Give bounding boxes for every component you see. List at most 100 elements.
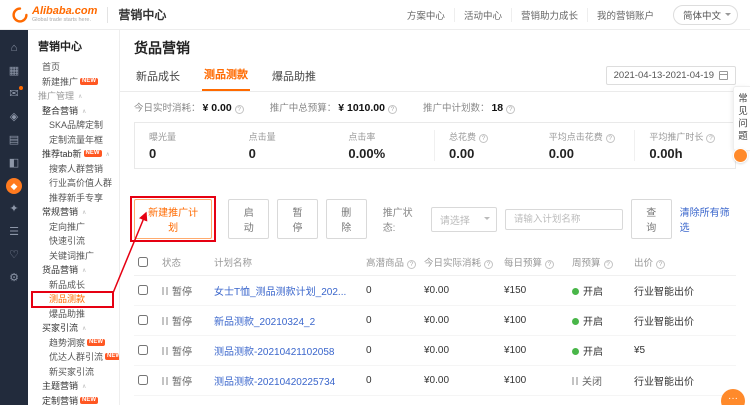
nav-my-account[interactable]: 我的营销账户 (587, 8, 663, 22)
cell-checkbox (134, 396, 158, 405)
new-badge: NEW (80, 397, 98, 404)
sidebar-item-industry-high-value[interactable]: 行业高价值人群 (28, 176, 119, 191)
pause-icon (162, 287, 168, 295)
apps-icon[interactable]: ☰ (5, 224, 23, 240)
sidebar-item-targeted-promotion[interactable]: 定向推广 (28, 220, 119, 235)
cell-status: 暂停 (158, 366, 210, 396)
help-icon[interactable] (235, 105, 244, 114)
delete-button[interactable]: 删除 (326, 199, 367, 239)
nav-marketing-growth[interactable]: 营销助力成长 (511, 8, 587, 22)
sidebar-item-quick-traffic[interactable]: 快速引流 (28, 234, 119, 249)
plan-name-input[interactable] (505, 209, 623, 230)
tab-bar: 新品成长 测品测款 爆品助推 2021-04-13-2021-04-19 (134, 62, 736, 91)
content-area: 今日实时消耗：¥ 0.00 推广中总预算：¥ 1010.00 推广中计划数：18… (120, 92, 750, 405)
sidebar-item-keyword-promotion[interactable]: 关键词推广 (28, 249, 119, 264)
help-icon[interactable] (606, 134, 615, 143)
plan-name-link[interactable]: 女士T恤_测品测款计划_202... (214, 287, 346, 298)
plan-name-link[interactable]: 测品测款-20210421102058 (214, 347, 334, 358)
brand-tagline: Global trade starts here. (32, 18, 97, 24)
assistant-avatar[interactable] (733, 148, 748, 163)
sidebar-item-audience-traffic[interactable]: 优达人群引流NEW (28, 350, 119, 365)
tab-new-product-growth[interactable]: 新品成长 (134, 64, 182, 91)
settings-icon[interactable]: ⚙ (5, 270, 23, 286)
status-on-icon (572, 348, 579, 355)
help-icon[interactable] (479, 134, 488, 143)
sidebar-group-product-marketing[interactable]: 货品营销 (28, 263, 119, 278)
stat-today-cost: 今日实时消耗：¥ 0.00 (134, 100, 244, 114)
nav-activity-center[interactable]: 活动中心 (454, 8, 511, 22)
cell-daily-budget: ¥100 (500, 336, 568, 366)
cell-checkbox (134, 276, 158, 306)
alibaba-logo[interactable]: Alibaba.com Global trade starts here. (12, 6, 97, 24)
overview-icon[interactable]: ▦ (5, 63, 23, 79)
nav-solution-center[interactable]: 方案中心 (398, 8, 454, 22)
cell-checkbox (134, 336, 158, 366)
date-range-picker[interactable]: 2021-04-13-2021-04-19 (606, 66, 736, 85)
sidebar-group-recommend-tab[interactable]: 推荐tab新NEW (28, 147, 119, 162)
help-icon[interactable] (407, 260, 416, 269)
sidebar-item-recommend-newbie[interactable]: 推荐新手专享 (28, 191, 119, 206)
cell-today-cost: ¥0.00 (420, 276, 500, 306)
page: Alibaba.com Global trade starts here. 营销… (0, 0, 750, 405)
tab-hot-product-boost[interactable]: 爆品助推 (270, 64, 318, 91)
stat-plan-count: 推广中计划数：18 (423, 100, 515, 114)
sidebar-item-trend-insight[interactable]: 趋势洞察NEW (28, 336, 119, 351)
status-filter-select[interactable]: 请选择 (431, 207, 497, 232)
pause-button[interactable]: 暂停 (277, 199, 318, 239)
sidebar-group-custom-marketing[interactable]: 定制营销NEW (28, 394, 119, 405)
products-icon[interactable]: ◈ (5, 109, 23, 125)
row-checkbox[interactable] (138, 375, 148, 385)
sidebar-item-ska-brand[interactable]: SKA品牌定制 (28, 118, 119, 133)
row-checkbox[interactable] (138, 285, 148, 295)
sidebar-item-new-buyer-traffic[interactable]: 新买家引流 (28, 365, 119, 380)
row-checkbox[interactable] (138, 345, 148, 355)
help-icon[interactable] (506, 105, 515, 114)
header-status: 状态 (158, 249, 210, 276)
sidebar-group-theme-marketing[interactable]: 主题营销 (28, 379, 119, 394)
sidebar-item-homepage[interactable]: 首页 (28, 60, 119, 75)
help-icon[interactable] (604, 260, 613, 269)
help-icon[interactable] (656, 260, 665, 269)
plan-name-link[interactable]: 新品测款_20210324_2 (214, 317, 315, 328)
sidebar-group-integrated-marketing[interactable]: 整合营销 (28, 104, 119, 119)
sidebar-item-hot-product-boost[interactable]: 爆品助推 (28, 307, 119, 322)
language-selector[interactable]: 简体中文 (673, 5, 738, 25)
cell-week-budget: 开启 (568, 276, 630, 306)
new-badge: NEW (84, 150, 102, 157)
sidebar-section-campaign-management[interactable]: 推广管理 (28, 89, 119, 104)
help-icon[interactable] (706, 134, 715, 143)
metric-impressions: 曝光量0 (135, 130, 235, 161)
sidebar-group-buyer-traffic[interactable]: 买家引流 (28, 321, 119, 336)
faq-tab[interactable]: 常见问题 (733, 86, 750, 151)
help-icon[interactable] (484, 260, 493, 269)
sidebar-item-new-campaign[interactable]: 新建推广NEW (28, 75, 119, 90)
query-button[interactable]: 查询 (631, 199, 672, 239)
sidebar-item-new-product-growth[interactable]: 新品成长 (28, 278, 119, 293)
sidebar-title: 营销中心 (28, 30, 119, 60)
metric-avg-cpc: 平均点击花费0.00 (535, 130, 635, 161)
start-button[interactable]: 启动 (228, 199, 269, 239)
data-icon[interactable]: ◧ (5, 155, 23, 171)
marketing-icon[interactable]: ◆ (6, 178, 22, 194)
help-icon[interactable] (545, 260, 554, 269)
new-badge: NEW (87, 339, 105, 346)
plan-name-link[interactable]: 测品测款-20210420225734 (214, 377, 335, 388)
favorites-icon[interactable]: ♡ (5, 247, 23, 263)
sidebar-item-search-audience[interactable]: 搜索人群营销 (28, 162, 119, 177)
table-row: 暂停 测品测款-20210421104531 0 ¥0.00 ¥100 关闭 行… (134, 396, 736, 405)
sidebar-item-product-testing[interactable]: 测品测款 (28, 292, 119, 307)
tools-icon[interactable]: ✦ (5, 201, 23, 217)
home-icon[interactable]: ⌂ (5, 40, 23, 56)
plans-table: 状态 计划名称 高潜商品 今日实际消耗 每日预算 周预算 出价 暂停 女士T恤_… (134, 249, 736, 405)
tab-product-testing[interactable]: 测品测款 (202, 62, 250, 91)
orders-icon[interactable]: ▤ (5, 132, 23, 148)
sidebar-group-regular-marketing[interactable]: 常规营销 (28, 205, 119, 220)
new-plan-button[interactable]: 新建推广计划 (134, 199, 212, 239)
help-icon[interactable] (388, 105, 397, 114)
header-checkbox-cell (134, 249, 158, 276)
row-checkbox[interactable] (138, 315, 148, 325)
messages-icon[interactable]: ✉ (5, 86, 23, 102)
select-all-checkbox[interactable] (138, 257, 148, 267)
sidebar-item-custom-traffic-frame[interactable]: 定制流量年框 (28, 133, 119, 148)
clear-filters-link[interactable]: 清除所有筛选 (680, 204, 736, 234)
